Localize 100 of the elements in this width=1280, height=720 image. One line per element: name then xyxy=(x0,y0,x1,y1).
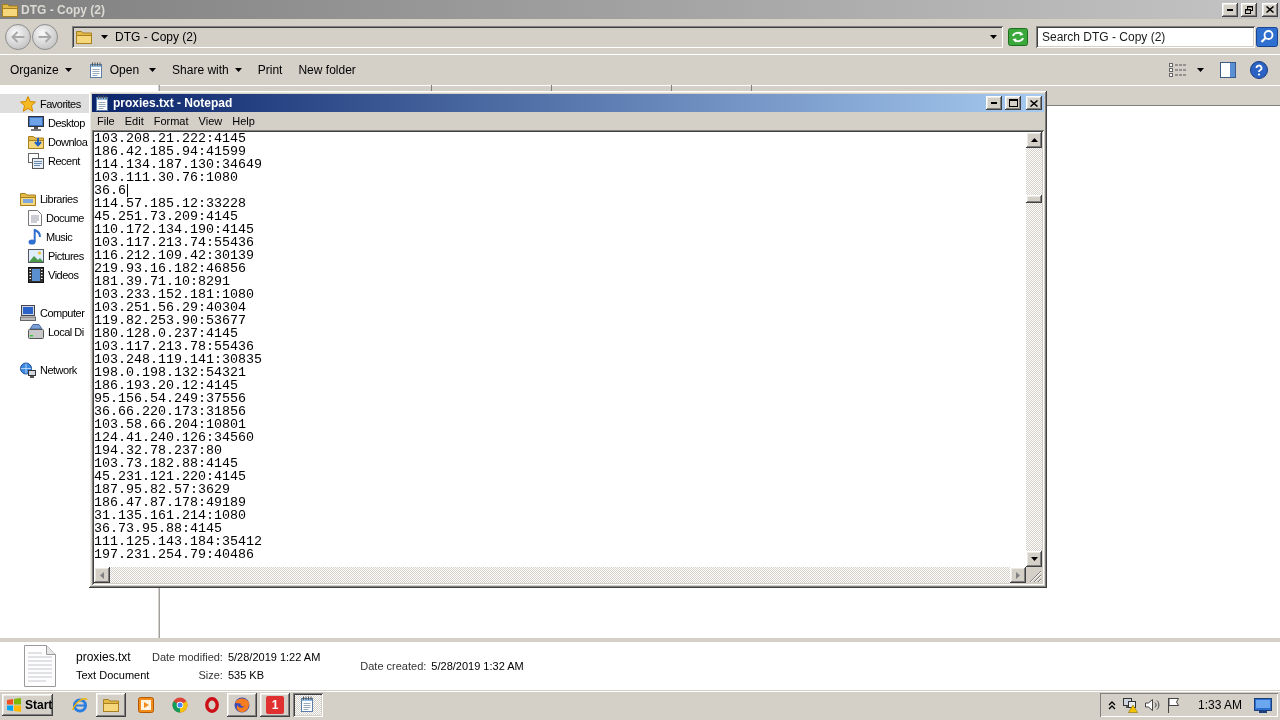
menu-item[interactable]: Format xyxy=(148,112,194,130)
maximize-button[interactable] xyxy=(1005,96,1021,110)
start-button[interactable]: Start xyxy=(2,694,53,716)
detail-value: 5/28/2019 1:22 AM xyxy=(227,650,321,664)
toolbar-button[interactable]: New folder xyxy=(292,58,362,82)
scroll-right-button[interactable] xyxy=(1010,567,1026,583)
scroll-up-button[interactable] xyxy=(1026,132,1042,148)
nav-item[interactable]: Music xyxy=(0,227,89,246)
text-file-icon xyxy=(24,645,56,687)
nav-item[interactable]: Recent xyxy=(0,151,89,170)
folder-icon xyxy=(103,697,119,713)
taskbar-button[interactable] xyxy=(96,693,126,717)
preview-pane-icon[interactable] xyxy=(1220,62,1236,78)
nav-item[interactable]: Downloa xyxy=(0,132,89,151)
detail-value: 535 KB xyxy=(227,668,265,682)
notepad-icon xyxy=(87,62,104,78)
network-icon xyxy=(20,361,36,378)
chevron-up-icon[interactable] xyxy=(1107,700,1116,710)
address-bar[interactable]: DTG - Copy (2) xyxy=(72,25,1003,48)
nav-item[interactable]: Libraries xyxy=(0,189,89,208)
text-line: 197.231.254.79:40486 xyxy=(94,548,254,561)
text-line: 186.47.87.178:49189 xyxy=(94,496,246,509)
text-line: 103.248.119.141:30835 xyxy=(94,353,262,366)
close-icon xyxy=(1266,6,1274,13)
refresh-icon[interactable] xyxy=(1008,27,1028,46)
toolbar-button[interactable]: Open xyxy=(81,58,163,82)
folder-icon xyxy=(2,1,18,18)
forward-button[interactable] xyxy=(32,23,58,50)
horizontal-scrollbar[interactable] xyxy=(94,567,1026,583)
document-icon xyxy=(28,209,42,226)
toolbar-button[interactable]: Organize xyxy=(4,58,78,82)
monitor-icon[interactable] xyxy=(1254,697,1272,713)
text-line: 114.57.185.12:33228 xyxy=(94,197,246,210)
speaker-icon[interactable] xyxy=(1143,697,1160,713)
restore-icon xyxy=(1245,5,1253,14)
text-line: 103.111.30.76:1080 xyxy=(94,171,238,184)
search-field[interactable]: Search DTG - Copy (2) xyxy=(1036,25,1255,48)
computer-icon xyxy=(20,304,36,321)
circle-logo-icon[interactable] xyxy=(172,697,188,713)
back-button[interactable] xyxy=(5,23,31,50)
nav-item[interactable]: Docume xyxy=(0,208,89,227)
taskbar-button[interactable]: 1 xyxy=(260,693,290,717)
list-view-icon[interactable] xyxy=(1169,63,1187,77)
play-icon[interactable] xyxy=(138,697,154,713)
e-logo-icon[interactable] xyxy=(72,697,88,713)
caret-icon[interactable] xyxy=(990,34,997,39)
nav-item[interactable]: Videos xyxy=(0,265,89,284)
menu-item[interactable]: Help xyxy=(227,112,260,130)
scroll-thumb[interactable] xyxy=(1026,195,1042,203)
text-line: 103.117.213.74:55436 xyxy=(94,236,254,249)
network-warning-icon[interactable] xyxy=(1121,697,1138,713)
text-line: 36.6 xyxy=(94,184,126,197)
caret-icon xyxy=(64,68,72,72)
arrow-left-icon xyxy=(11,30,25,43)
text-line: 103.233.152.181:1080 xyxy=(94,288,254,301)
detail-value: 5/28/2019 1:32 AM xyxy=(431,659,524,673)
text-line: 180.128.0.237:4145 xyxy=(94,327,238,340)
text-line: 186.193.20.12:4145 xyxy=(94,379,238,392)
caret-icon xyxy=(101,34,108,39)
scroll-left-button[interactable] xyxy=(94,567,110,583)
menu-item[interactable]: View xyxy=(193,112,228,130)
nav-item[interactable]: Network xyxy=(0,360,89,379)
nav-item[interactable]: Computer xyxy=(0,303,89,322)
nav-item[interactable]: Pictures xyxy=(0,246,89,265)
minimize-icon xyxy=(1227,8,1233,11)
close-button[interactable] xyxy=(1026,96,1042,110)
globe-swirl-icon xyxy=(234,697,250,713)
toolbar-button[interactable]: Print xyxy=(251,58,289,82)
toolbar-button[interactable]: Share with xyxy=(166,58,248,82)
menu-item[interactable]: Edit xyxy=(119,112,149,130)
nav-item[interactable]: Local Di xyxy=(0,322,89,341)
nav-item[interactable]: Favorites xyxy=(0,94,89,113)
taskbar-button[interactable] xyxy=(293,693,323,717)
flag-icon[interactable] xyxy=(1165,697,1182,713)
nav-item[interactable]: Desktop xyxy=(0,113,89,132)
text-line: 111.125.143.184:35412 xyxy=(94,535,262,548)
oval-ring-icon[interactable] xyxy=(205,697,219,713)
close-button[interactable] xyxy=(1262,2,1278,17)
arrow-right-icon xyxy=(38,30,52,43)
text-line: 45.231.121.220:4145 xyxy=(94,470,246,483)
film-icon xyxy=(28,266,44,283)
breadcrumb-item[interactable]: DTG - Copy (2) xyxy=(115,29,197,44)
minimize-button[interactable] xyxy=(986,96,1002,110)
folder-download-icon xyxy=(28,133,44,150)
vertical-scrollbar[interactable] xyxy=(1026,132,1042,567)
text-line: 103.58.66.204:10801 xyxy=(94,418,246,431)
taskbar-button[interactable] xyxy=(227,693,257,717)
maximize-icon xyxy=(1008,99,1018,107)
text-line: 36.73.95.88:4145 xyxy=(94,522,222,535)
text-line: 95.156.54.249:37556 xyxy=(94,392,246,405)
recent-icon xyxy=(28,152,44,169)
scroll-down-button[interactable] xyxy=(1026,551,1042,567)
menu-item[interactable]: File xyxy=(92,112,120,130)
text-line: 114.134.187.130:34649 xyxy=(94,158,262,171)
help-icon[interactable] xyxy=(1250,61,1268,79)
restore-button[interactable] xyxy=(1241,2,1257,17)
caret-icon[interactable] xyxy=(1197,68,1204,72)
search-icon[interactable] xyxy=(1256,26,1278,47)
clock[interactable]: 1:33 AM xyxy=(1197,698,1242,712)
minimize-button[interactable] xyxy=(1222,2,1238,17)
